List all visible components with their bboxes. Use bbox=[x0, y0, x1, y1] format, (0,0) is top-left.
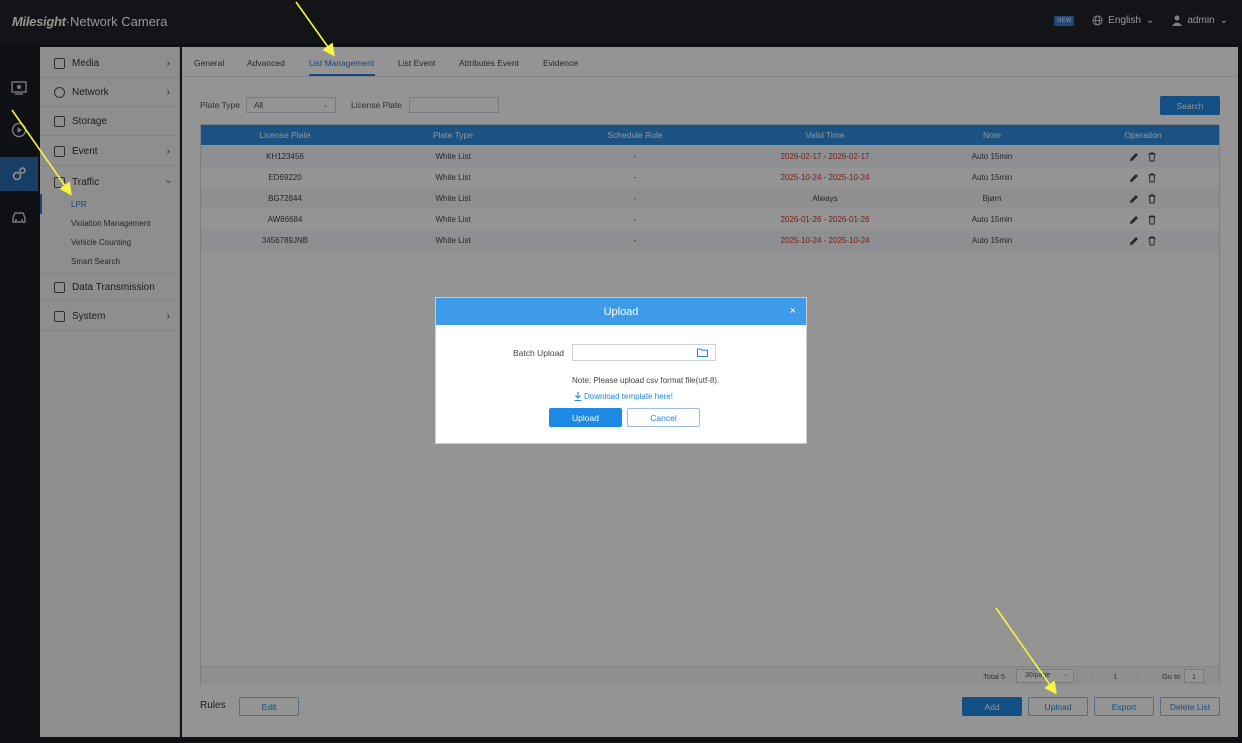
dialog-upload-button[interactable]: Upload bbox=[549, 408, 622, 427]
file-input[interactable] bbox=[572, 344, 716, 361]
close-icon[interactable]: × bbox=[790, 305, 796, 317]
dialog-cancel-button[interactable]: Cancel bbox=[627, 408, 700, 427]
batch-upload-label: Batch Upload bbox=[513, 348, 565, 358]
dialog-title: Upload bbox=[603, 305, 639, 318]
download-template-link[interactable]: Download template here! bbox=[574, 392, 673, 401]
download-icon bbox=[574, 392, 582, 401]
upload-note: Note: Please upload csv format file(utf-… bbox=[572, 376, 720, 385]
upload-dialog: Upload × Batch Upload Note: Please uploa… bbox=[435, 297, 807, 444]
download-template-label: Download template here! bbox=[584, 392, 673, 401]
dialog-header: Upload × bbox=[436, 298, 806, 325]
folder-icon[interactable] bbox=[697, 348, 708, 357]
